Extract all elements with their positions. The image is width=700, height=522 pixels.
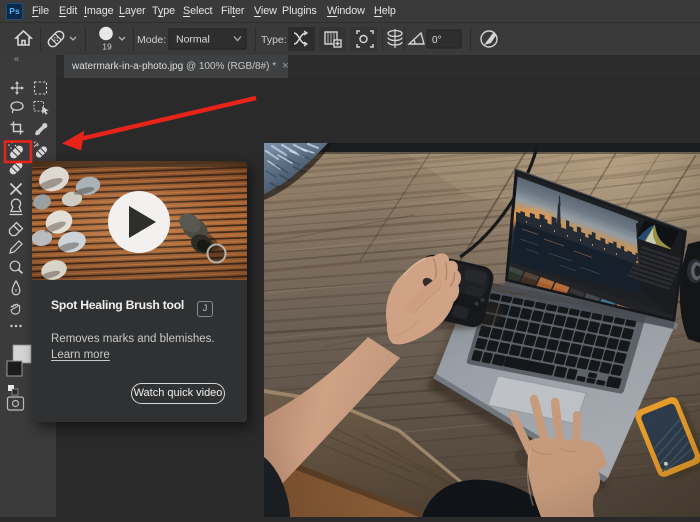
svg-text:Normal: Normal [176, 34, 210, 46]
svg-text:19: 19 [102, 42, 112, 52]
svg-text:0°: 0° [432, 35, 442, 46]
svg-text:«: « [14, 55, 19, 64]
